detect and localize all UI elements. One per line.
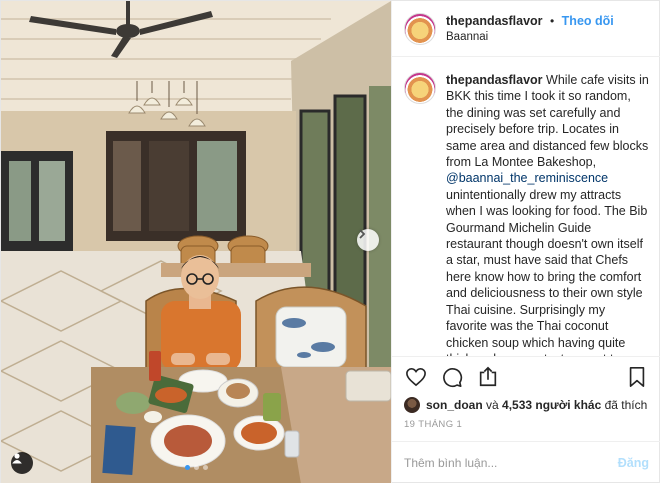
location-link[interactable]: Baannai (446, 29, 614, 45)
user-icon (12, 453, 22, 464)
carousel-indicator (1, 465, 391, 470)
follow-button[interactable]: Theo dõi (562, 14, 614, 28)
carousel-dot (202, 465, 208, 470)
liker-avatar[interactable] (404, 397, 420, 413)
author-avatar[interactable] (404, 12, 436, 45)
carousel-dot (184, 465, 190, 470)
post-photo[interactable] (1, 1, 391, 483)
caption-body-part-2: unintentionally drew my attracts when I … (446, 187, 648, 356)
comment-icon (443, 367, 463, 387)
restaurant-photo-illustration (1, 1, 391, 483)
caption-author-avatar[interactable] (404, 72, 436, 104)
carousel-dot (193, 465, 199, 470)
comment-input[interactable]: Thêm bình luận... (404, 456, 618, 470)
likes-connector: và (482, 398, 503, 412)
likes-count-link[interactable]: 4,533 người khác (502, 398, 601, 412)
comment-button[interactable] (440, 365, 464, 389)
chevron-right-icon (359, 229, 366, 239)
mention-link[interactable]: @baannai_the_reminiscence (446, 171, 608, 185)
post-comment-button[interactable]: Đăng (618, 456, 649, 470)
caption-text: thepandasflavor While cafe visits in BKK… (446, 72, 649, 356)
save-button[interactable] (625, 365, 649, 389)
post-date[interactable]: 19 THÁNG 1 (404, 419, 462, 430)
author-username[interactable]: thepandasflavor (446, 14, 543, 28)
post-header: thepandasflavor • Theo dõi Baannai (392, 1, 660, 57)
liker-username[interactable]: son_doan (426, 398, 483, 412)
heart-icon (406, 367, 426, 386)
post-details-panel: thepandasflavor • Theo dõi Baannai thepa… (391, 1, 660, 483)
share-button[interactable] (476, 365, 500, 389)
header-separator: • (550, 13, 555, 28)
like-button[interactable] (404, 365, 428, 389)
caption-username[interactable]: thepandasflavor (446, 73, 543, 87)
next-slide-button[interactable] (357, 229, 379, 251)
add-comment-bar: Thêm bình luận... Đăng (392, 441, 660, 483)
bookmark-icon (629, 366, 645, 387)
likes-summary: son_doan và 4,533 người khác đã thích (404, 396, 649, 414)
post-header-meta: thepandasflavor • Theo dõi Baannai (446, 13, 614, 45)
caption-comment: thepandasflavor While cafe visits in BKK… (392, 58, 660, 356)
caption-body-part-1: While cafe visits in BKK this time I too… (446, 73, 649, 170)
action-bar (392, 356, 660, 396)
tagged-users-button[interactable] (11, 452, 33, 474)
instagram-post: thepandasflavor • Theo dõi Baannai thepa… (0, 0, 660, 483)
share-icon (479, 366, 497, 386)
likes-suffix: đã thích (601, 398, 648, 412)
